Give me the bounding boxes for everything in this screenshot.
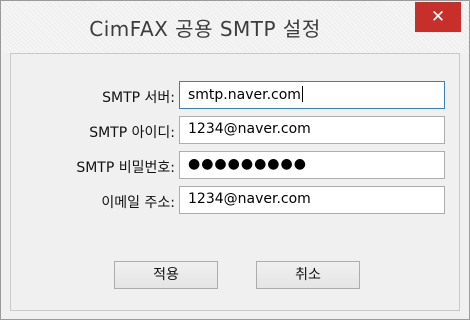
text-caret — [301, 86, 303, 102]
smtp-id-label: SMTP 아이디: — [89, 125, 175, 141]
window-title: CimFAX 공용 SMTP 설정 — [89, 17, 321, 41]
password-mask: ●●●●●●●●● — [188, 156, 307, 172]
close-button[interactable]: ✕ — [415, 2, 461, 32]
email-address-input[interactable]: 1234@naver.com — [179, 186, 445, 214]
close-icon: ✕ — [430, 7, 446, 27]
title-bar[interactable]: CimFAX 공용 SMTP 설정 ✕ — [1, 1, 469, 53]
cancel-button[interactable]: 취소 — [256, 261, 360, 289]
email-address-value: 1234@naver.com — [188, 191, 311, 207]
smtp-password-label: SMTP 비밀번호: — [76, 160, 175, 176]
smtp-id-value: 1234@naver.com — [188, 121, 311, 137]
smtp-id-input[interactable]: 1234@naver.com — [179, 116, 445, 144]
email-address-label: 이메일 주소: — [101, 195, 175, 211]
smtp-server-label: SMTP 서버: — [102, 90, 175, 106]
smtp-settings-dialog: CimFAX 공용 SMTP 설정 ✕ SMTP 서버: SMTP 아이디: S… — [0, 0, 470, 320]
smtp-server-input[interactable]: smtp.naver.com — [179, 81, 445, 109]
apply-button[interactable]: 적용 — [114, 261, 218, 289]
smtp-server-value: smtp.naver.com — [188, 87, 301, 103]
smtp-password-input[interactable]: ●●●●●●●●● — [179, 151, 445, 179]
